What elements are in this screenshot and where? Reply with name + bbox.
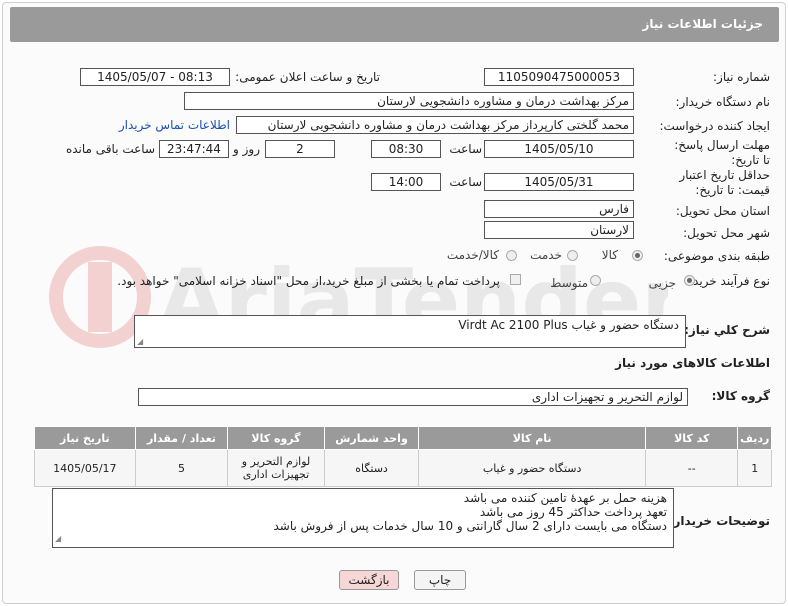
description-label: شرح کلي نياز: [684, 323, 770, 337]
price-time-field: 14:00 [371, 173, 441, 191]
buyer-note-line: تعهد پرداخت حداکثر 45 روز می باشد [479, 505, 667, 519]
buyer-note-line: هزینه حمل بر عهدهٔ تامین کننده می باشد [463, 491, 667, 505]
resize-handle-icon: ◢ [55, 534, 62, 543]
back-button[interactable]: بازگشت [339, 570, 399, 590]
description-text: دستگاه حضور و غیاب Virdt Ac 2100 Plus [458, 318, 679, 332]
deadline-label: مهلت ارسال پاسخ: تا تاریخ: [674, 138, 770, 167]
process-radio-medium[interactable] [590, 275, 601, 286]
resize-handle-icon: ◢ [137, 337, 144, 346]
deadline-time-field: 08:30 [371, 140, 441, 158]
buyer-org-label: نام دستگاه خریدار: [675, 95, 771, 109]
city-field: لارستان [484, 221, 634, 239]
col-header-date: تاریخ نیاز [34, 426, 136, 450]
province-field: فارس [484, 200, 634, 218]
payment-note: پرداخت تمام یا بخشی از مبلغ خرید،از محل … [117, 274, 500, 288]
category-radio-both[interactable] [506, 250, 517, 261]
goods-info-title: اطلاعات کالاهای مورد نیاز [615, 356, 770, 370]
treasury-payment-checkbox[interactable] [510, 274, 521, 285]
price-date-field: 1405/05/31 [484, 173, 634, 191]
buyer-contact-link[interactable]: اطلاعات تماس خریدار [119, 118, 230, 132]
category-option-both: کالا/خدمت [446, 248, 499, 262]
province-label: استان محل تحویل: [675, 204, 770, 218]
announce-label: تاریخ و ساعت اعلان عمومی: [235, 70, 380, 84]
col-header-name: نام کالا [418, 426, 646, 450]
page-title: جزئیات اطلاعات نیاز [642, 17, 763, 31]
category-radio-service[interactable] [567, 250, 578, 261]
need-number-field: 1105090475000053 [484, 68, 634, 86]
cell-name: دستگاه حضور و غیاب [418, 449, 646, 487]
page: AriaTender.net جزئیات اطلاعات نیاز شماره… [0, 0, 788, 606]
col-header-group: گروه کالا [227, 426, 325, 450]
buyer-notes-label: توضیحات خریدار: [668, 514, 770, 528]
requester-field: محمد گلختی کارپرداز مرکز بهداشت درمان و … [236, 116, 634, 134]
requester-label: ایجاد کننده درخواست: [659, 119, 770, 133]
city-label: شهر محل تحویل: [683, 226, 770, 240]
cell-unit: دستگاه [323, 449, 420, 487]
cell-code: -- [644, 449, 739, 487]
print-button[interactable]: چاپ [414, 570, 466, 590]
cell-date: 1405/05/17 [34, 449, 136, 487]
table-header-row: ردیف کد کالا نام کالا واحد شمارش گروه کا… [34, 426, 772, 450]
table-row: 1 -- دستگاه حضور و غیاب دستگاه لوازم الت… [34, 449, 772, 487]
items-table: ردیف کد کالا نام کالا واحد شمارش گروه کا… [34, 426, 772, 487]
col-header-code: کد کالا [644, 426, 739, 450]
buyer-notes-textarea: هزینه حمل بر عهدهٔ تامین کننده می باشد ت… [52, 488, 674, 548]
process-radio-minor[interactable] [684, 275, 695, 286]
cell-row: 1 [737, 449, 772, 487]
cell-group: لوازم التحریر و تجهیزات اداری [227, 449, 325, 487]
price-time-label: ساعت [449, 175, 482, 189]
price-validity-label: حداقل تاریخ اعتبار قیمت: تا تاریخ: [679, 168, 770, 197]
col-header-unit: واحد شمارش [323, 426, 420, 450]
announce-field: 1405/05/07 - 08:13 [80, 68, 230, 86]
days-label: روز و [233, 142, 260, 156]
page-header: جزئیات اطلاعات نیاز [10, 7, 779, 42]
process-option-minor: جزیی [648, 276, 676, 290]
deadline-time-label: ساعت [449, 142, 482, 156]
description-textarea: دستگاه حضور و غیاب Virdt Ac 2100 Plus ◢ [134, 315, 686, 348]
need-number-label: شماره نیاز: [713, 70, 770, 84]
cell-qty: 5 [134, 449, 229, 487]
remaining-time-field: 23:47:44 [159, 140, 229, 158]
category-option-goods: کالا [601, 248, 618, 262]
category-radio-goods[interactable] [632, 250, 643, 261]
buyer-note-line: دستگاه می بایست دارای 2 سال گارانتی و 10… [273, 519, 667, 533]
deadline-date-field: 1405/05/10 [484, 140, 634, 158]
goods-group-field: لوازم التحریر و تجهیزات اداری [138, 388, 688, 406]
col-header-row: ردیف [737, 426, 772, 450]
process-label: نوع فرآیند خرید : [685, 274, 770, 288]
days-field: 2 [265, 140, 335, 158]
buyer-org-field: مرکز بهداشت درمان و مشاوره دانشجویی لارس… [184, 92, 634, 110]
col-header-qty: تعداد / مقدار [134, 426, 229, 450]
goods-group-label: گروه کالا: [711, 389, 770, 403]
remaining-label: ساعت باقی مانده [65, 142, 155, 156]
category-label: طبقه بندی موضوعی: [663, 249, 770, 263]
category-option-service: خدمت [530, 248, 562, 262]
process-option-medium: متوسط [550, 276, 588, 290]
